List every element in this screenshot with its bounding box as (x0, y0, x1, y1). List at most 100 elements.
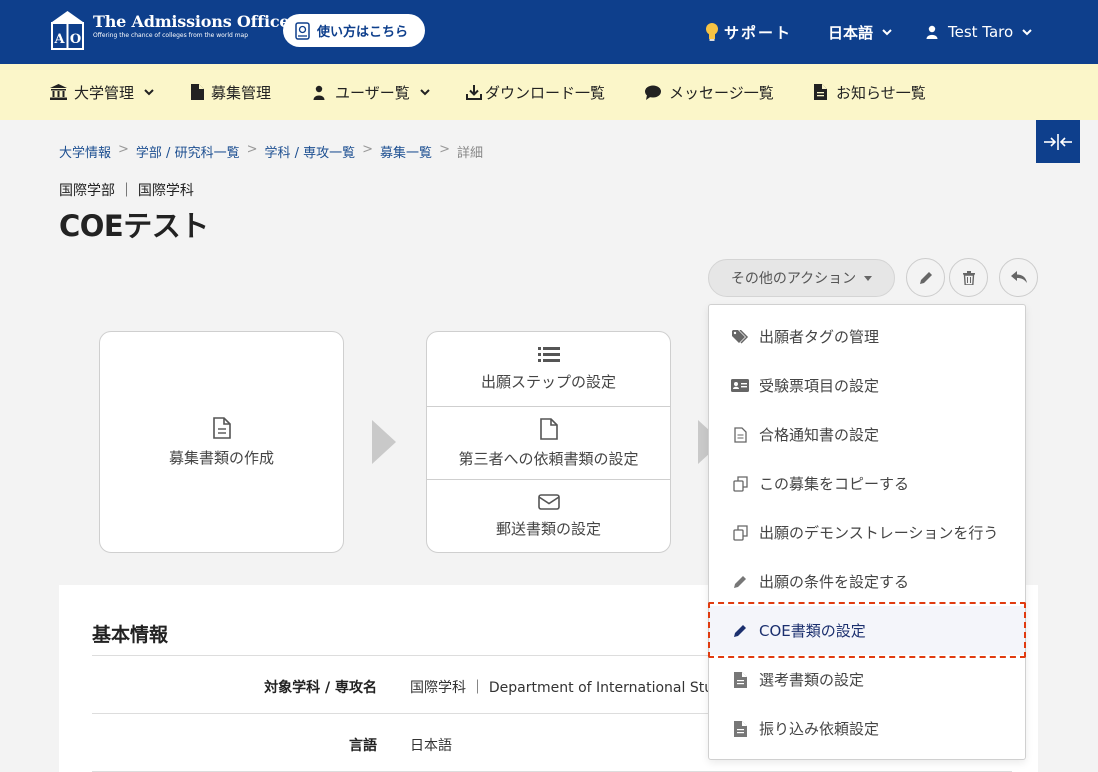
file-outline-icon (539, 417, 558, 440)
nav-notices[interactable]: お知らせ一覧 (814, 82, 926, 102)
step-card-label: 郵送書類の設定 (495, 520, 601, 538)
envelope-icon (537, 494, 560, 510)
nav-label: 募集管理 (211, 83, 272, 102)
menu-item-application-conditions[interactable]: 出願の条件を設定する (709, 557, 1025, 606)
step-mail-documents[interactable]: 郵送書類の設定 (427, 479, 670, 553)
reply-icon (1010, 271, 1027, 283)
svg-text:O: O (70, 32, 81, 47)
main-nav: 大学管理 募集管理 ユーザー覧 ダウンロード一覧 メッセージ一覧 お知らせ一覧 (0, 64, 1098, 120)
tags-icon (731, 328, 749, 346)
user-name: Test Taro (948, 23, 1014, 41)
back-button[interactable] (999, 258, 1038, 297)
logo-title: The Admissions Office (93, 12, 290, 31)
support-link[interactable]: サポート (704, 20, 792, 44)
language-dropdown[interactable]: 日本語 (828, 20, 893, 44)
nav-messages[interactable]: メッセージ一覧 (645, 82, 774, 102)
pencil-icon (919, 271, 932, 284)
edit-button[interactable] (906, 258, 945, 297)
support-label: サポート (724, 23, 793, 42)
menu-item-exam-ticket[interactable]: 受験票項目の設定 (709, 361, 1025, 410)
menu-item-acceptance-letter[interactable]: 合格通知書の設定 (709, 410, 1025, 459)
page-title: COEテスト (59, 209, 209, 243)
lightbulb-icon (706, 23, 718, 41)
howto-button[interactable]: 使い方はこちら (283, 14, 425, 47)
menu-item-label: 受験票項目の設定 (759, 377, 880, 395)
chevron-down-icon (144, 89, 154, 96)
chevron-down-icon (1022, 29, 1032, 36)
copy-icon (731, 524, 749, 542)
nav-label: ダウンロード一覧 (485, 83, 606, 102)
logo[interactable]: A O The Admissions Office Offering the c… (50, 10, 290, 50)
user-icon (313, 85, 325, 100)
breadcrumb-separator: > (246, 142, 258, 157)
trash-icon (962, 270, 975, 285)
list-icon (537, 347, 560, 362)
university-icon (50, 84, 67, 100)
delete-button[interactable] (949, 258, 988, 297)
menu-item-demonstration[interactable]: 出願のデモンストレーションを行う (709, 508, 1025, 557)
collapse-icon (1044, 133, 1072, 150)
breadcrumb-separator: > (118, 142, 129, 157)
id-card-icon (731, 377, 749, 395)
highlight-box (708, 602, 1026, 658)
menu-item-applicant-tags[interactable]: 出願者タグの管理 (709, 312, 1025, 361)
download-icon (466, 85, 482, 100)
chevron-down-icon (419, 89, 430, 96)
file-icon (191, 84, 204, 100)
document-icon (212, 416, 231, 439)
comment-icon (645, 85, 661, 100)
breadcrumb-separator: > (439, 142, 450, 157)
breadcrumb-departments[interactable]: 学科 / 専攻一覧 (264, 142, 355, 161)
pencil-icon (731, 573, 749, 591)
menu-item-label: 出願のデモンストレーションを行う (759, 524, 999, 542)
nav-users[interactable]: ユーザー覧 (313, 82, 431, 102)
menu-item-copy-recruitment[interactable]: この募集をコピーする (709, 459, 1025, 508)
nav-university[interactable]: 大学管理 (50, 82, 155, 102)
step-card-settings: 出願ステップの設定 第三者への依頼書類の設定 郵送書類の設定 (426, 331, 671, 553)
howto-label: 使い方はこちら (317, 25, 409, 40)
other-actions-button[interactable]: その他のアクション (708, 259, 895, 297)
file-text-icon (814, 84, 827, 100)
menu-item-label: 選考書類の設定 (759, 671, 865, 689)
menu-item-label: この募集をコピーする (759, 475, 910, 493)
step-card-label: 第三者への依頼書類の設定 (458, 449, 639, 468)
page-subtitle: 国際学部 ｜ 国際学科 (59, 183, 194, 199)
step-third-party-documents[interactable]: 第三者への依頼書類の設定 (427, 406, 670, 479)
file-icon (731, 671, 749, 689)
copy-icon (731, 475, 749, 493)
breadcrumb-faculties[interactable]: 学部 / 研究科一覧 (136, 142, 240, 161)
collapse-button[interactable] (1036, 120, 1080, 163)
logo-subtitle: Offering the chance of colleges from the… (93, 32, 249, 39)
info-label-department: 対象学科 / 専攻名 (264, 680, 377, 696)
info-label-language: 言語 (349, 738, 377, 754)
book-icon (295, 21, 310, 40)
menu-item-selection-documents[interactable]: 選考書類の設定 (709, 655, 1025, 704)
menu-item-transfer-request[interactable]: 振り込み依頼設定 (709, 704, 1025, 753)
other-actions-menu: 出願者タグの管理 受験票項目の設定 合格通知書の設定 この募集をコピーする 出願… (708, 304, 1026, 760)
other-actions-label: その他のアクション (730, 271, 857, 287)
step-card-documents[interactable]: 募集書類の作成 (99, 331, 344, 553)
info-value-department: 国際学科 ｜ Department of International Stu (410, 680, 714, 696)
svg-text:A: A (53, 32, 65, 47)
caret-down-icon (864, 275, 873, 281)
breadcrumb-university[interactable]: 大学情報 (59, 142, 111, 161)
top-header: A O The Admissions Office Offering the c… (0, 0, 1098, 64)
breadcrumb-current: 詳細 (456, 146, 483, 161)
nav-recruitment[interactable]: 募集管理 (191, 82, 271, 102)
file-icon (731, 720, 749, 738)
nav-label: 大学管理 (74, 83, 135, 102)
step-arrow (372, 420, 396, 464)
menu-item-label: 合格通知書の設定 (759, 426, 880, 444)
basic-info-heading: 基本情報 (92, 624, 169, 646)
language-label: 日本語 (828, 23, 874, 42)
nav-downloads[interactable]: ダウンロード一覧 (466, 82, 605, 102)
breadcrumb-separator: > (362, 142, 374, 157)
breadcrumb-recruitments[interactable]: 募集一覧 (380, 142, 432, 161)
step-application-steps[interactable]: 出願ステップの設定 (427, 332, 670, 406)
menu-item-label: 振り込み依頼設定 (759, 720, 880, 738)
nav-label: お知らせ一覧 (836, 83, 926, 102)
menu-item-label: 出願の条件を設定する (759, 573, 910, 591)
document-icon (731, 426, 749, 444)
user-dropdown[interactable]: Test Taro (926, 20, 1033, 44)
info-value-language: 日本語 (410, 738, 452, 754)
